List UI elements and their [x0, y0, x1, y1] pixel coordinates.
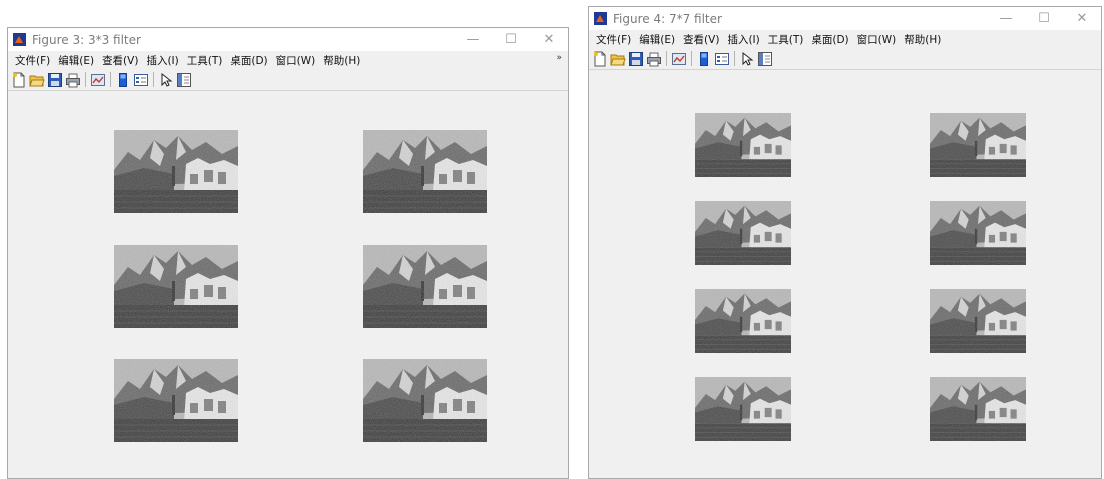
menu-item[interactable]: 工具(T) — [764, 32, 808, 47]
subplot-image — [695, 201, 791, 265]
save-icon[interactable] — [47, 72, 63, 88]
menu-item[interactable]: 编辑(E) — [54, 53, 98, 68]
property-inspector-icon[interactable] — [757, 51, 773, 67]
menu-item[interactable]: 帮助(H) — [900, 32, 945, 47]
insert-legend-icon[interactable] — [133, 72, 149, 88]
pointer-icon[interactable] — [158, 72, 174, 88]
subplot-image — [930, 289, 1026, 353]
toolbar-separator — [666, 51, 667, 66]
pointer-icon[interactable] — [739, 51, 755, 67]
toolbar-separator — [734, 51, 735, 66]
subplot-image — [930, 201, 1026, 265]
insert-colorbar-icon[interactable] — [696, 51, 712, 67]
minimize-button[interactable]: — — [987, 7, 1025, 30]
maximize-button[interactable]: ☐ — [492, 28, 530, 51]
insert-colorbar-icon[interactable] — [115, 72, 131, 88]
property-inspector-icon[interactable] — [176, 72, 192, 88]
open-file-icon[interactable] — [29, 72, 45, 88]
menu-item[interactable]: 文件(F) — [592, 32, 635, 47]
link-plot-icon[interactable] — [671, 51, 687, 67]
insert-legend-icon[interactable] — [714, 51, 730, 67]
toolbar-separator — [153, 72, 154, 87]
toolbar-separator — [691, 51, 692, 66]
window-controls: — ☐ ✕ — [987, 7, 1101, 30]
new-figure-icon[interactable] — [592, 51, 608, 67]
window-title: Figure 4: 7*7 filter — [613, 11, 722, 26]
close-button[interactable]: ✕ — [530, 28, 568, 51]
toolbar-separator — [85, 72, 86, 87]
plot-area — [8, 91, 568, 478]
minimize-button[interactable]: — — [454, 28, 492, 51]
toolbar — [589, 48, 1101, 70]
plot-area — [589, 70, 1101, 478]
window-title: Figure 3: 3*3 filter — [32, 32, 141, 47]
menu-item[interactable]: 帮助(H) — [319, 53, 364, 68]
menu-item[interactable]: 插入(I) — [142, 53, 182, 68]
menu-item[interactable]: 桌面(D) — [807, 32, 852, 47]
menu-item[interactable]: 查看(V) — [679, 32, 723, 47]
menu-item[interactable]: 窗口(W) — [853, 32, 901, 47]
new-figure-icon[interactable] — [11, 72, 27, 88]
toolbar — [8, 69, 568, 91]
subplot-image — [930, 377, 1026, 441]
subplot-image — [114, 245, 238, 328]
menu-item[interactable]: 插入(I) — [723, 32, 763, 47]
link-plot-icon[interactable] — [90, 72, 106, 88]
menu-item[interactable]: 窗口(W) — [272, 53, 320, 68]
titlebar[interactable]: Figure 3: 3*3 filter — ☐ ✕ — [8, 28, 568, 51]
menu-item[interactable]: 文件(F) — [11, 53, 54, 68]
titlebar[interactable]: Figure 4: 7*7 filter — ☐ ✕ — [589, 7, 1101, 30]
menu-item[interactable]: 桌面(D) — [226, 53, 271, 68]
maximize-button[interactable]: ☐ — [1025, 7, 1063, 30]
menu-item[interactable]: 查看(V) — [98, 53, 142, 68]
matlab-app-icon — [13, 33, 26, 46]
menubar: 文件(F) 编辑(E) 查看(V) 插入(I) 工具(T) 桌面(D) 窗口(W) 帮助(H)… — [8, 51, 568, 69]
toolbar-separator — [110, 72, 111, 87]
subplot-image — [695, 113, 791, 177]
subplot-image — [695, 289, 791, 353]
subplot-image — [363, 130, 487, 213]
print-icon[interactable] — [646, 51, 662, 67]
subplot-image — [114, 359, 238, 442]
window-controls: — ☐ ✕ — [454, 28, 568, 51]
subplot-image — [363, 245, 487, 328]
close-button[interactable]: ✕ — [1063, 7, 1101, 30]
save-icon[interactable] — [628, 51, 644, 67]
menu-item[interactable]: 工具(T) — [183, 53, 227, 68]
subplot-image — [363, 359, 487, 442]
menu-item[interactable]: 编辑(E) — [635, 32, 679, 47]
figure-4-window: Figure 4: 7*7 filter — ☐ ✕ 文件(F) 编辑(E) 查看(V)… — [588, 6, 1102, 479]
subplot-image — [114, 130, 238, 213]
subplot-image — [695, 377, 791, 441]
print-icon[interactable] — [65, 72, 81, 88]
menubar: 文件(F) 编辑(E) 查看(V) 插入(I) 工具(T) 桌面(D) 窗口(W) 帮助(H) — [589, 30, 1101, 48]
figure-3-window: Figure 3: 3*3 filter — ☐ ✕ 文件(F) 编辑(E) 查看(V)… — [7, 27, 569, 479]
open-file-icon[interactable] — [610, 51, 626, 67]
double-chevron-right-icon[interactable]: » — [556, 53, 562, 63]
matlab-app-icon — [594, 12, 607, 25]
subplot-image — [930, 113, 1026, 177]
